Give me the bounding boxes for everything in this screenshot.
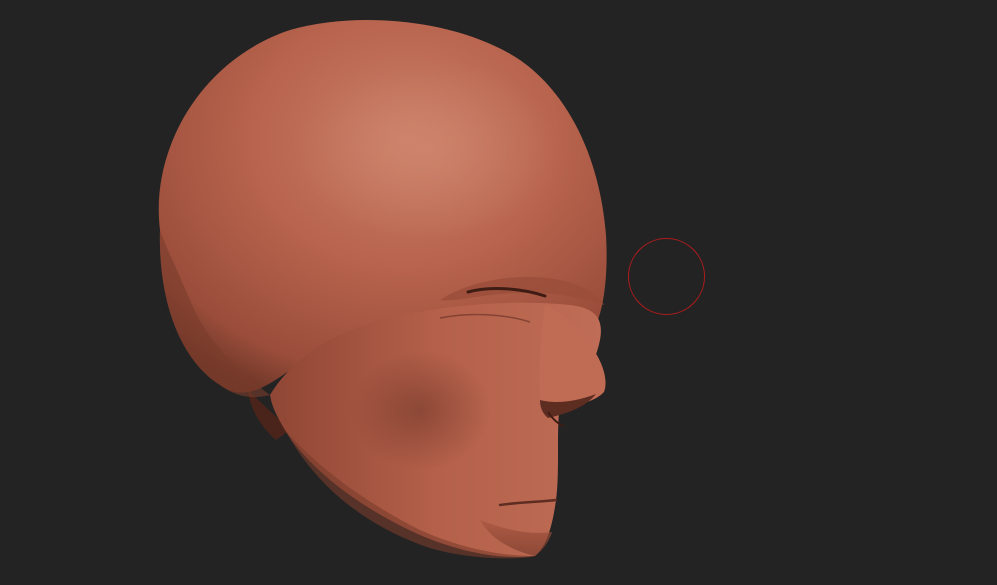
cheek-hollow [350, 350, 490, 470]
sculpted-head-icon[interactable] [0, 0, 997, 585]
forehead-highlight [300, 60, 560, 240]
sculpt-viewport[interactable] [0, 0, 997, 585]
